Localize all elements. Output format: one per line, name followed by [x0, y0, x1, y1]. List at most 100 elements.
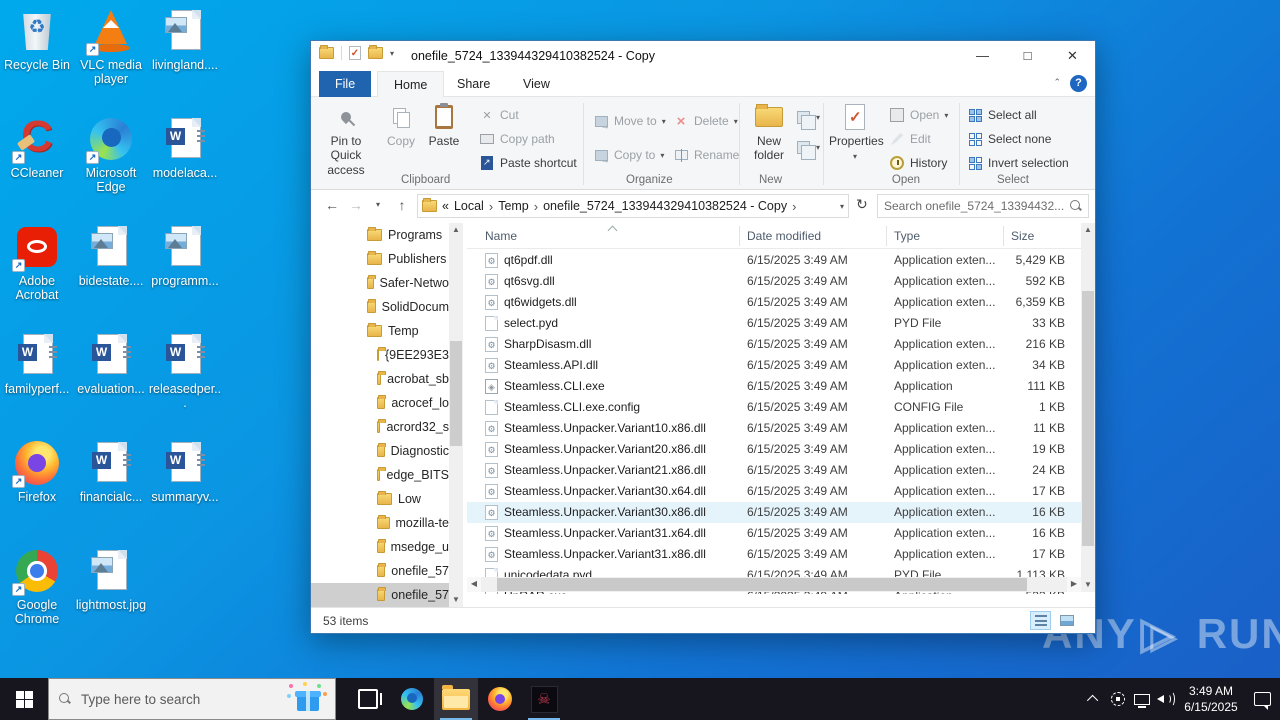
tree-item-low[interactable]: Low — [311, 487, 449, 511]
file-row-qt6pdf-dll[interactable]: qt6pdf.dll6/15/2025 3:49 AMApplication e… — [467, 250, 1081, 271]
copy-button[interactable]: Copy — [381, 102, 421, 148]
tree-item-acrord32-s[interactable]: acrord32_s — [311, 415, 449, 439]
new-folder-button[interactable]: New folder — [745, 102, 793, 163]
file-row-steamless-unpacker-variant31-x86-dll[interactable]: Steamless.Unpacker.Variant31.x86.dll 6/15… — [467, 544, 1081, 565]
properties-qat-icon[interactable]: ✓ — [349, 46, 361, 60]
tree-item-publishers[interactable]: Publishers — [311, 247, 449, 271]
tray-chevron-up-icon[interactable] — [1082, 678, 1106, 720]
desktop-icon-evaluation[interactable]: Wevaluation... — [74, 332, 148, 396]
file-row-steamless-api-dll[interactable]: Steamless.API.dll6/15/2025 3:49 AMApplic… — [467, 355, 1081, 376]
desktop-icon-familyperf[interactable]: Wfamilyperf... — [0, 332, 74, 396]
list-scrollbar[interactable]: ▲ ▼ — [1081, 223, 1095, 592]
desktop-icon-vlc-media-player[interactable]: ↗ VLC media player — [74, 8, 148, 87]
scroll-up-icon[interactable]: ▲ — [449, 223, 463, 237]
move-to-button[interactable]: Move to ▾ — [593, 111, 666, 131]
tree-item-safer-netwo[interactable]: Safer-Netwo — [311, 271, 449, 295]
file-row-steamless-unpacker-variant20-x86-dll[interactable]: Steamless.Unpacker.Variant20.x86.dll 6/15… — [467, 439, 1081, 460]
taskbar-firefox-button[interactable] — [478, 678, 522, 720]
properties-button[interactable]: Properties ▾ — [829, 102, 884, 163]
minimize-button[interactable]: — — [960, 41, 1005, 70]
tree-scrollbar[interactable]: ▲ ▼ — [449, 223, 463, 607]
file-row-steamless-cli-exe-config[interactable]: Steamless.CLI.exe.config 6/15/2025 3:49 A… — [467, 397, 1081, 418]
desktop-icon-programm[interactable]: programm... — [148, 224, 222, 288]
pin-to-quick-access-button[interactable]: Pin to Quick access — [317, 102, 375, 177]
desktop-icon-bidestate[interactable]: bidestate.... — [74, 224, 148, 288]
taskbar-sample-app-button[interactable]: ☠ — [522, 678, 566, 720]
tray-volume-icon[interactable] — [1154, 678, 1178, 720]
edit-button[interactable]: Edit — [889, 129, 931, 149]
file-row-steamless-unpacker-variant21-x86-dll[interactable]: Steamless.Unpacker.Variant21.x86.dll 6/15… — [467, 460, 1081, 481]
file-row-qt6widgets-dll[interactable]: qt6widgets.dll6/15/2025 3:49 AMApplicati… — [467, 292, 1081, 313]
copy-to-button[interactable]: Copy to ▾ — [593, 145, 664, 165]
breadcrumb-segment[interactable]: Local — [454, 199, 484, 213]
tab-file[interactable]: File — [319, 71, 372, 97]
new-item-button[interactable]: ▾ — [795, 107, 820, 130]
desktop-icon-releasedper[interactable]: Wreleasedper... — [148, 332, 222, 411]
tab-share[interactable]: Share — [441, 71, 506, 97]
scroll-right-icon[interactable]: ▶ — [1067, 577, 1081, 591]
file-row-steamless-unpacker-variant31-x64-dll[interactable]: Steamless.Unpacker.Variant31.x64.dll 6/15… — [467, 523, 1081, 544]
file-row-select-pyd[interactable]: select.pyd 6/15/2025 3:49 AM PYD File 33 KB — [467, 313, 1081, 334]
column-header-name[interactable]: Name — [485, 229, 517, 243]
easy-access-button[interactable]: ▾ — [795, 137, 820, 160]
file-row-steamless-cli-exe[interactable]: Steamless.CLI.exe 6/15/2025 3:49 AM Applic… — [467, 376, 1081, 397]
desktop-icon-livingland[interactable]: livingland.... — [148, 8, 222, 72]
qat-customize-dropdown-icon[interactable]: ▾ — [390, 49, 394, 58]
new-folder-qat-icon[interactable] — [368, 45, 383, 59]
tree-item-diagnostic[interactable]: Diagnostic — [311, 439, 449, 463]
open-button[interactable]: Open ▾ — [889, 105, 948, 125]
desktop-icon-ccleaner[interactable]: C ↗ CCleaner — [0, 112, 74, 180]
copy-path-button[interactable]: Copy path — [479, 129, 555, 149]
desktop-icon-financialc[interactable]: Wfinancialc... — [74, 440, 148, 504]
taskbar-clock[interactable]: 3:49 AM 6/15/2025 — [1178, 683, 1244, 715]
large-icons-view-button[interactable] — [1056, 611, 1077, 630]
tray-update-icon[interactable] — [1106, 678, 1130, 720]
scroll-down-icon[interactable]: ▼ — [1081, 578, 1095, 592]
tree-item-9ee293e3[interactable]: {9EE293E3- — [311, 343, 449, 367]
tree-item-onefile-57[interactable]: onefile_57 — [311, 559, 449, 583]
desktop-icon-adobe-acrobat[interactable]: ↗ Adobe Acrobat — [0, 224, 74, 303]
column-header-size[interactable]: Size — [1011, 229, 1034, 243]
tree-item-mozilla-te[interactable]: mozilla-te — [311, 511, 449, 535]
close-button[interactable]: ✕ — [1050, 41, 1095, 70]
column-header-date[interactable]: Date modified — [747, 229, 821, 243]
file-row-qt6svg-dll[interactable]: qt6svg.dll6/15/2025 3:49 AMApplication e… — [467, 271, 1081, 292]
tree-item-acrobat-sb[interactable]: acrobat_sb — [311, 367, 449, 391]
select-none-button[interactable]: Select none — [967, 129, 1051, 149]
tree-item-temp[interactable]: Temp — [311, 319, 449, 343]
select-all-button[interactable]: Select all — [967, 105, 1037, 125]
tree-item-acrocef-lo[interactable]: acrocef_lo — [311, 391, 449, 415]
folder-icon[interactable] — [319, 45, 334, 59]
tab-home[interactable]: Home — [377, 71, 445, 97]
desktop-icon-recycle-bin[interactable]: ♻ Recycle Bin — [0, 8, 74, 72]
invert-selection-button[interactable]: Invert selection — [967, 153, 1069, 173]
tree-item-programs[interactable]: Programs — [311, 223, 449, 247]
search-box[interactable]: Search onefile_5724_13394432... — [877, 194, 1089, 218]
task-view-button[interactable] — [346, 678, 390, 720]
breadcrumb[interactable]: « Local › Temp › onefile_5724_13394432941038… — [417, 194, 849, 218]
tray-network-icon[interactable] — [1130, 678, 1154, 720]
breadcrumb-dropdown-icon[interactable]: ▾ — [840, 202, 844, 211]
file-row-steamless-unpacker-variant10-x86-dll[interactable]: Steamless.Unpacker.Variant10.x86.dll 6/15… — [467, 418, 1081, 439]
breadcrumb-separator-icon[interactable]: › — [792, 199, 796, 214]
desktop-icon-firefox[interactable]: ↗ Firefox — [0, 440, 74, 504]
cut-button[interactable]: Cut — [479, 105, 519, 125]
up-button[interactable]: ↑ — [391, 194, 413, 216]
tree-item-onefile-57[interactable]: onefile_57 — [311, 583, 449, 607]
file-row-steamless-unpacker-variant30-x86-dll[interactable]: Steamless.Unpacker.Variant30.x86.dll 6/15… — [467, 502, 1081, 523]
rename-button[interactable]: Rename — [673, 145, 739, 165]
desktop-icon-summaryv[interactable]: Wsummaryv... — [148, 440, 222, 504]
maximize-button[interactable]: □ — [1005, 41, 1050, 70]
tree-item-msedge-u[interactable]: msedge_u — [311, 535, 449, 559]
collapse-ribbon-icon[interactable]: ⌃ — [1053, 77, 1061, 88]
breadcrumb-separator-icon[interactable]: › — [534, 199, 538, 214]
file-row-sharpdisasm-dll[interactable]: SharpDisasm.dll6/15/2025 3:49 AMApplicat… — [467, 334, 1081, 355]
paste-button[interactable]: Paste — [423, 102, 465, 148]
desktop-icon-microsoft-edge[interactable]: ↗ Microsoft Edge — [74, 116, 148, 195]
start-button[interactable] — [0, 678, 48, 720]
back-button[interactable]: ← — [321, 194, 343, 216]
history-button[interactable]: History — [889, 153, 947, 173]
scroll-down-icon[interactable]: ▼ — [449, 593, 463, 607]
help-button[interactable]: ? — [1070, 75, 1087, 92]
title-bar[interactable]: ✓ ▾ onefile_5724_133944329410382524 - Co… — [311, 41, 1095, 71]
